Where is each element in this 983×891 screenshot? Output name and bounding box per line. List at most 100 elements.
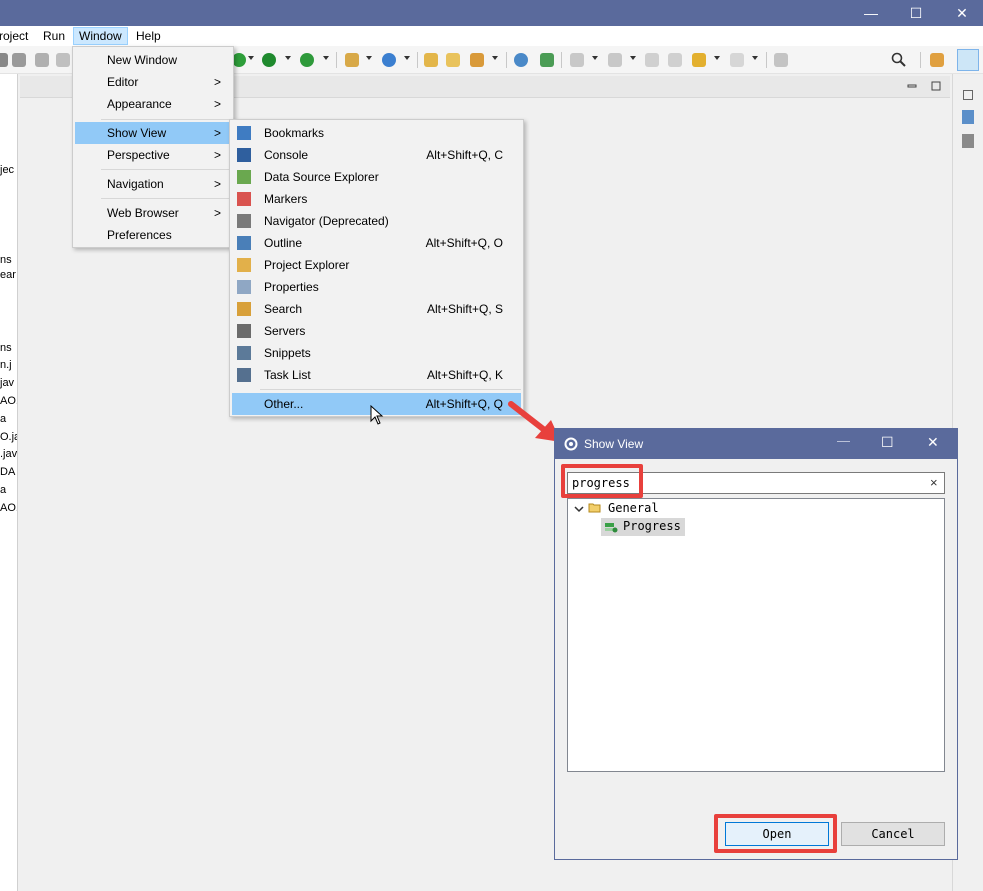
clear-filter-icon[interactable]: ×	[930, 475, 938, 490]
menu-run[interactable]: Run	[38, 27, 70, 45]
next-annotation-icon[interactable]	[570, 53, 584, 67]
run-external-icon[interactable]	[300, 53, 314, 67]
show-view-item-task-list[interactable]: Task List Alt+Shift+Q, K	[232, 364, 521, 386]
task-list-view-icon[interactable]	[962, 134, 974, 148]
tree-item[interactable]: a	[0, 413, 6, 425]
show-view-item-properties[interactable]: Properties	[232, 276, 521, 298]
new-package-dropdown-icon[interactable]	[366, 56, 372, 60]
tree-item[interactable]: jav	[0, 377, 14, 389]
show-view-item-outline[interactable]: Outline Alt+Shift+Q, O	[232, 232, 521, 254]
back-dropdown-icon[interactable]	[714, 56, 720, 60]
step-into-icon[interactable]	[56, 53, 70, 67]
menu-item-label: Properties	[264, 280, 319, 294]
maximize-view-icon[interactable]	[931, 80, 941, 91]
title-bar: — ☐ ✕	[0, 0, 983, 26]
open-type-icon[interactable]	[424, 53, 438, 67]
terminate-icon[interactable]	[12, 53, 26, 67]
dialog-maximize-button[interactable]: ☐	[881, 434, 894, 451]
dialog-minimize-button[interactable]: —	[837, 433, 850, 448]
menu-project[interactable]: roject	[0, 27, 33, 45]
window-menu: New Window Editor > Appearance > Show View…	[72, 46, 234, 248]
java-perspective-icon[interactable]	[957, 49, 979, 71]
cancel-button[interactable]: Cancel	[841, 822, 945, 846]
external-dropdown-icon[interactable]	[323, 56, 329, 60]
show-view-item-data-source-explorer[interactable]: Data Source Explorer	[232, 166, 521, 188]
new-package-icon[interactable]	[345, 53, 359, 67]
new-class-dropdown-icon[interactable]	[404, 56, 410, 60]
show-view-item-bookmarks[interactable]: Bookmarks	[232, 122, 521, 144]
tree-item[interactable]: AO.	[0, 502, 17, 514]
search-tool-icon[interactable]	[470, 53, 484, 67]
menu-help[interactable]: Help	[131, 27, 166, 45]
show-view-item-search[interactable]: Search Alt+Shift+Q, S	[232, 298, 521, 320]
menu-item-appearance[interactable]: Appearance >	[75, 93, 231, 115]
menu-item-label: Navigator (Deprecated)	[264, 214, 389, 228]
open-perspective-icon[interactable]	[930, 53, 944, 67]
open-task-icon[interactable]	[446, 53, 460, 67]
menu-item-label: Preferences	[107, 228, 172, 242]
last-edit-icon[interactable]	[645, 53, 659, 67]
run-dropdown-icon[interactable]	[285, 56, 291, 60]
back-icon[interactable]	[692, 53, 706, 67]
menu-item-editor[interactable]: Editor >	[75, 71, 231, 93]
outline-view-icon[interactable]	[962, 110, 974, 124]
tree-item[interactable]: ns	[0, 342, 12, 354]
tree-category-general[interactable]: General	[608, 501, 659, 515]
tree-item[interactable]: ear	[0, 269, 16, 281]
dialog-close-button[interactable]: ✕	[927, 434, 939, 451]
show-view-item-navigator[interactable]: Navigator (Deprecated)	[232, 210, 521, 232]
minimize-button[interactable]: —	[848, 0, 894, 26]
minimize-view-icon[interactable]	[907, 80, 917, 90]
debug-icon[interactable]	[232, 53, 246, 67]
show-view-item-console[interactable]: Console Alt+Shift+Q, C	[232, 144, 521, 166]
search-dropdown-icon[interactable]	[492, 56, 498, 60]
tree-item[interactable]: jec	[0, 164, 14, 176]
disconnect-icon[interactable]	[35, 53, 49, 67]
show-view-item-project-explorer[interactable]: Project Explorer	[232, 254, 521, 276]
menu-item-label: Web Browser	[107, 206, 179, 220]
next-annotation-dropdown-icon[interactable]	[592, 56, 598, 60]
show-view-item-snippets[interactable]: Snippets	[232, 342, 521, 364]
servers-icon	[237, 324, 251, 338]
previous-annotation-icon[interactable]	[608, 53, 622, 67]
show-view-item-servers[interactable]: Servers	[232, 320, 521, 342]
tree-item[interactable]: .jav	[0, 448, 17, 460]
maximize-button[interactable]: ☐	[893, 0, 939, 26]
run-last-tool-icon[interactable]	[540, 53, 554, 67]
debug-dropdown-icon[interactable]	[248, 56, 254, 60]
open-button-highlight-box	[714, 814, 837, 853]
chevron-down-icon[interactable]	[574, 503, 584, 513]
submenu-arrow-icon: >	[213, 75, 221, 89]
run-icon[interactable]	[262, 53, 276, 67]
skip-all-breakpoints-icon[interactable]	[0, 53, 8, 67]
tree-item[interactable]: n.j	[0, 359, 12, 371]
task-list-icon	[237, 368, 251, 382]
forward-icon[interactable]	[730, 53, 744, 67]
menu-item-show-view[interactable]: Show View >	[75, 122, 231, 144]
menu-item-navigation[interactable]: Navigation >	[75, 173, 231, 195]
search-icon[interactable]	[891, 52, 907, 68]
menu-window[interactable]: Window	[73, 27, 128, 45]
menu-item-label: Bookmarks	[264, 126, 325, 140]
previous-annotation-dropdown-icon[interactable]	[630, 56, 636, 60]
tree-item[interactable]: O.ja	[0, 431, 17, 443]
show-view-item-markers[interactable]: Markers	[232, 188, 521, 210]
menu-shortcut: Alt+Shift+Q, Q	[425, 397, 503, 411]
tree-item[interactable]: AO.	[0, 395, 17, 407]
menu-item-web-browser[interactable]: Web Browser >	[75, 202, 231, 224]
pin-editor-icon[interactable]	[774, 53, 788, 67]
new-class-icon[interactable]	[382, 53, 396, 67]
tree-item[interactable]: ns	[0, 254, 12, 266]
tree-item[interactable]: DA	[0, 466, 15, 478]
console-icon	[237, 148, 251, 162]
tree-item[interactable]: a	[0, 484, 6, 496]
close-button[interactable]: ✕	[939, 0, 983, 26]
restore-icon[interactable]	[963, 90, 973, 100]
forward-dropdown-icon[interactable]	[752, 56, 758, 60]
forward-edit-icon[interactable]	[668, 53, 682, 67]
menu-item-preferences[interactable]: Preferences	[75, 224, 231, 246]
tree-item-progress[interactable]: Progress	[601, 518, 685, 536]
globe-icon[interactable]	[514, 53, 528, 67]
menu-item-perspective[interactable]: Perspective >	[75, 144, 231, 166]
menu-item-new-window[interactable]: New Window	[75, 49, 231, 71]
